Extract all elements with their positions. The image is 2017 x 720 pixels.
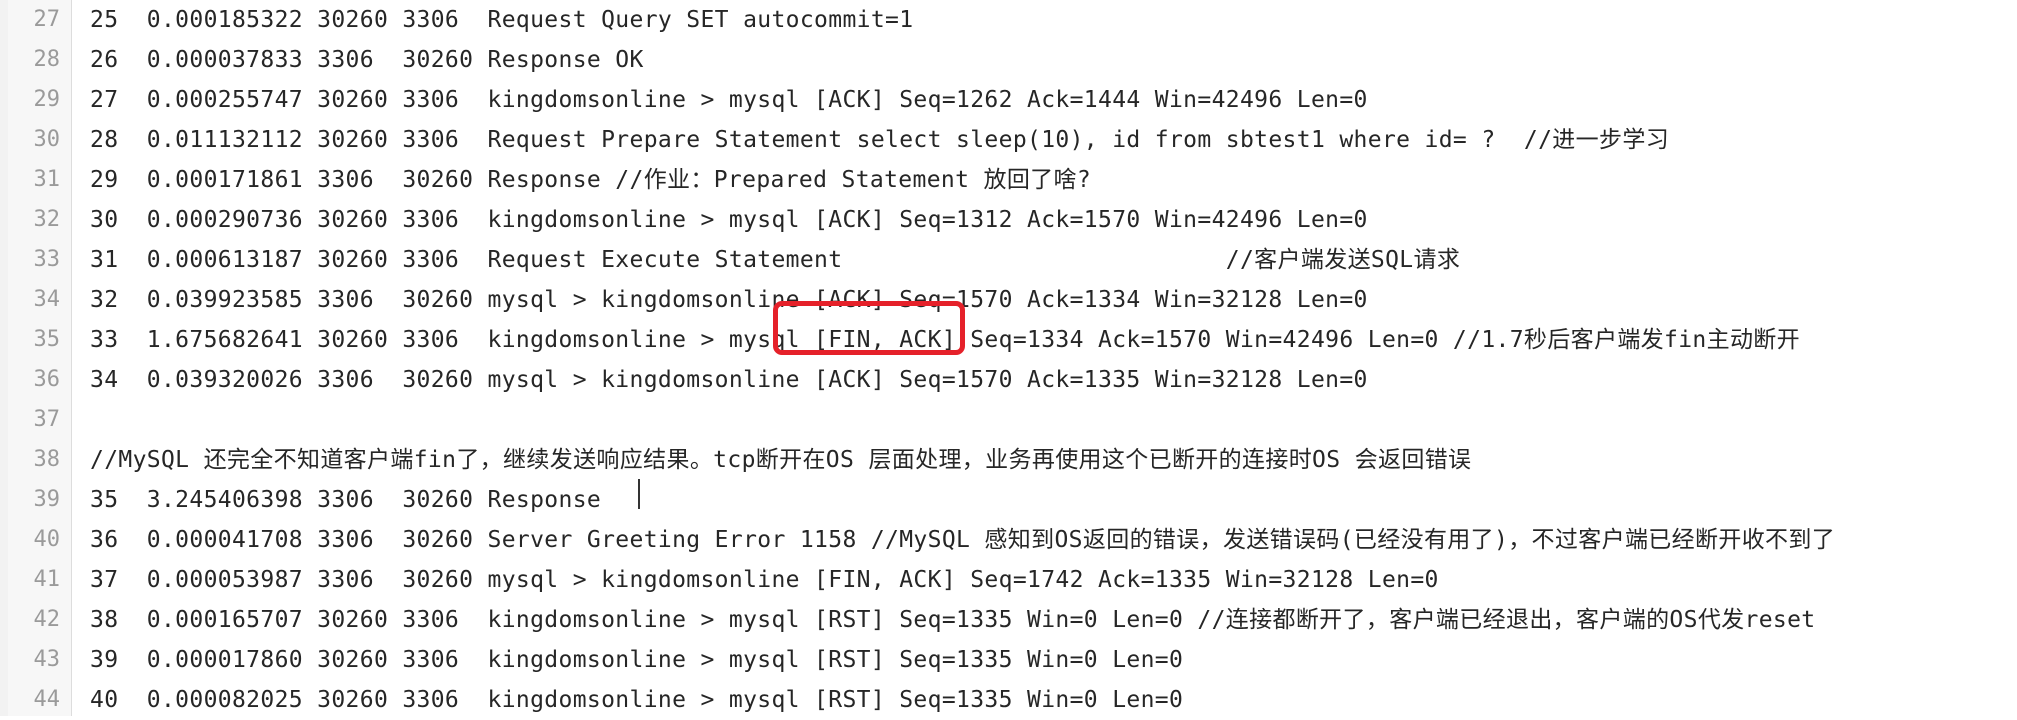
code-line[interactable]: 34 32 0.039923585 3306 30260 mysql > kin… bbox=[0, 280, 2017, 320]
line-text: 38 0.000165707 30260 3306 kingdomsonline… bbox=[90, 607, 1816, 633]
line-number: 37 bbox=[33, 407, 61, 432]
line-number: 40 bbox=[33, 527, 61, 552]
line-number: 36 bbox=[33, 367, 61, 392]
code-line[interactable]: 29 27 0.000255747 30260 3306 kingdomsonl… bbox=[0, 80, 2017, 120]
code-line[interactable]: 41 37 0.000053987 3306 30260 mysql > kin… bbox=[0, 560, 2017, 600]
code-line[interactable]: 35 33 1.675682641 30260 3306 kingdomsonl… bbox=[0, 320, 2017, 360]
line-text: 28 0.011132112 30260 3306 Request Prepar… bbox=[90, 127, 1670, 153]
line-number: 31 bbox=[33, 167, 61, 192]
line-text: 35 3.245406398 3306 30260 Response bbox=[90, 487, 602, 513]
code-line[interactable]: 40 36 0.000041708 3306 30260 Server Gree… bbox=[0, 520, 2017, 560]
code-line[interactable]: 32 30 0.000290736 30260 3306 kingdomsonl… bbox=[0, 200, 2017, 240]
line-text: 25 0.000185322 30260 3306 Request Query … bbox=[90, 7, 914, 33]
code-editor[interactable]: 27 25 0.000185322 30260 3306 Request Que… bbox=[0, 0, 2017, 716]
line-text: 39 0.000017860 30260 3306 kingdomsonline… bbox=[90, 647, 1184, 673]
code-line[interactable]: 28 26 0.000037833 3306 30260 Response OK bbox=[0, 40, 2017, 80]
line-number: 43 bbox=[33, 647, 61, 672]
line-text: //MySQL 还完全不知道客户端fin了，继续发送响应结果。tcp断开在OS … bbox=[90, 447, 1472, 473]
line-text: 30 0.000290736 30260 3306 kingdomsonline… bbox=[90, 207, 1368, 233]
line-text: 36 0.000041708 3306 30260 Server Greetin… bbox=[90, 527, 1836, 553]
line-text: 37 0.000053987 3306 30260 mysql > kingdo… bbox=[90, 567, 1439, 593]
line-number: 44 bbox=[33, 687, 61, 712]
line-number: 33 bbox=[33, 247, 61, 272]
code-line[interactable]: 36 34 0.039320026 3306 30260 mysql > kin… bbox=[0, 360, 2017, 400]
line-number: 30 bbox=[33, 127, 61, 152]
line-text: 27 0.000255747 30260 3306 kingdomsonline… bbox=[90, 87, 1368, 113]
line-number: 35 bbox=[33, 327, 61, 352]
code-line[interactable]: 42 38 0.000165707 30260 3306 kingdomsonl… bbox=[0, 600, 2017, 640]
line-text: 26 0.000037833 3306 30260 Response OK bbox=[90, 47, 644, 73]
code-line[interactable]: 38 //MySQL 还完全不知道客户端fin了，继续发送响应结果。tcp断开在… bbox=[0, 440, 2017, 480]
line-number: 27 bbox=[33, 7, 61, 32]
code-line[interactable]: 43 39 0.000017860 30260 3306 kingdomsonl… bbox=[0, 640, 2017, 680]
code-line[interactable]: 33 31 0.000613187 30260 3306 Request Exe… bbox=[0, 240, 2017, 280]
line-number: 42 bbox=[33, 607, 61, 632]
line-text: 31 0.000613187 30260 3306 Request Execut… bbox=[90, 247, 1461, 273]
code-line[interactable]: 39 35 3.245406398 3306 30260 Response bbox=[0, 480, 2017, 520]
code-line[interactable]: 31 29 0.000171861 3306 30260 Response //… bbox=[0, 160, 2017, 200]
line-number: 34 bbox=[33, 287, 61, 312]
code-line[interactable]: 44 40 0.000082025 30260 3306 kingdomsonl… bbox=[0, 680, 2017, 720]
code-line[interactable]: 27 25 0.000185322 30260 3306 Request Que… bbox=[0, 0, 2017, 40]
line-number: 28 bbox=[33, 47, 61, 72]
line-number: 41 bbox=[33, 567, 61, 592]
line-number: 32 bbox=[33, 207, 61, 232]
line-text: 34 0.039320026 3306 30260 mysql > kingdo… bbox=[90, 367, 1368, 393]
line-text: 29 0.000171861 3306 30260 Response //作业：… bbox=[90, 167, 1092, 193]
text-cursor bbox=[638, 479, 640, 509]
line-number: 39 bbox=[33, 487, 61, 512]
line-text: 32 0.039923585 3306 30260 mysql > kingdo… bbox=[90, 287, 1368, 313]
line-text: 40 0.000082025 30260 3306 kingdomsonline… bbox=[90, 687, 1184, 713]
code-line[interactable]: 30 28 0.011132112 30260 3306 Request Pre… bbox=[0, 120, 2017, 160]
line-number: 38 bbox=[33, 447, 61, 472]
line-number: 29 bbox=[33, 87, 61, 112]
code-line[interactable]: 37 bbox=[0, 400, 2017, 440]
fin-highlight-annotation bbox=[773, 301, 965, 355]
